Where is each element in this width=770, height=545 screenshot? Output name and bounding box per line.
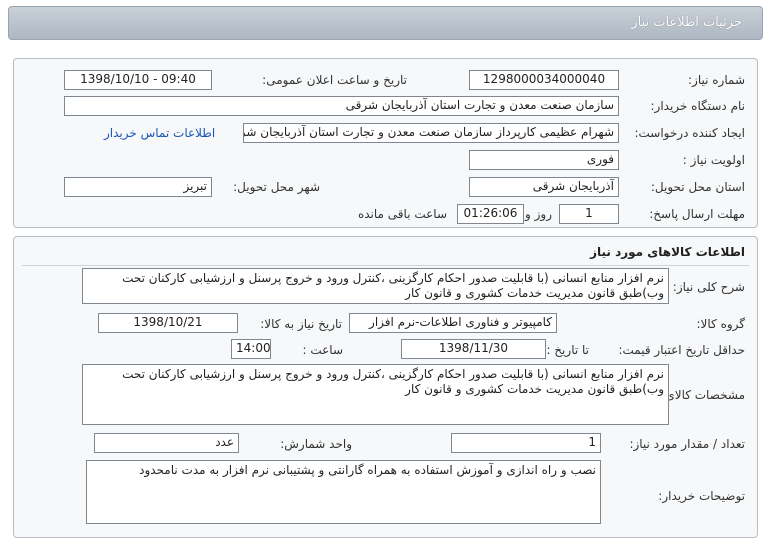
days-label: روز و	[525, 207, 552, 221]
need-number-label: شماره نیاز:	[688, 73, 745, 87]
until-label: تا تاریخ :	[546, 343, 589, 357]
deadline-time-field[interactable]: 01:26:06	[457, 204, 524, 224]
goods-section-title: اطلاعات کالاهای مورد نیاز	[590, 245, 745, 259]
creator-field[interactable]: شهرام عظیمی کارپرداز سازمان صنعت معدن و …	[243, 123, 619, 143]
summary-label: شرح کلی نیاز:	[672, 280, 745, 294]
spec-field[interactable]: نرم افزار منابع انسانی (با قابلیت صدور ا…	[82, 364, 669, 425]
page-header: جزئیات اطلاعات نیاز	[8, 6, 763, 40]
priority-field[interactable]: فوری	[469, 150, 619, 170]
need-number-field[interactable]: 1298000034000040	[469, 70, 619, 90]
unit-label: واحد شمارش:	[280, 437, 352, 451]
validity-hour-label: ساعت :	[302, 343, 343, 357]
summary-field[interactable]: نرم افزار منابع انسانی (با قابلیت صدور ا…	[82, 268, 669, 304]
validity-time-field[interactable]: 14:00	[231, 339, 271, 359]
validity-label: حداقل تاریخ اعتبار قیمت:	[618, 343, 745, 357]
buyer-label: نام دستگاه خریدار:	[650, 99, 746, 113]
validity-date-field[interactable]: 1398/11/30	[401, 339, 546, 359]
group-label: گروه کالا:	[696, 317, 746, 331]
group-field[interactable]: کامپیوتر و فناوری اطلاعات-نرم افزار	[349, 313, 557, 333]
notes-label: توضیحات خریدار:	[658, 489, 745, 503]
need-info-panel: شماره نیاز: 1298000034000040 تاریخ و ساع…	[13, 58, 758, 228]
buyer-contact-link[interactable]: اطلاعات تماس خریدار	[104, 126, 215, 140]
need-date-field[interactable]: 1398/10/21	[98, 313, 238, 333]
priority-label: اولویت نیاز :	[682, 153, 745, 167]
deadline-days-field[interactable]: 1	[559, 204, 619, 224]
page-title: جزئیات اطلاعات نیاز	[631, 15, 742, 30]
buyer-field[interactable]: سازمان صنعت معدن و تجارت استان آذربایجان…	[64, 96, 619, 116]
city-field[interactable]: تبریز	[64, 177, 212, 197]
qty-field[interactable]: 1	[451, 433, 601, 453]
unit-field[interactable]: عدد	[94, 433, 239, 453]
need-date-label: تاریخ نیاز به کالا:	[260, 317, 342, 331]
province-label: استان محل تحویل:	[650, 180, 745, 194]
notes-field[interactable]: نصب و راه اندازی و آموزش استفاده به همرا…	[86, 460, 601, 524]
announce-date-field[interactable]: 1398/10/10 - 09:40	[64, 70, 212, 90]
goods-info-panel: اطلاعات کالاهای مورد نیاز شرح کلی نیاز: …	[13, 236, 758, 538]
creator-label: ایجاد کننده درخواست:	[634, 126, 745, 140]
qty-label: تعداد / مقدار مورد نیاز:	[629, 437, 745, 451]
remaining-label: ساعت باقی مانده	[357, 207, 447, 221]
deadline-label: مهلت ارسال پاسخ:	[649, 207, 745, 221]
section-divider	[22, 265, 749, 266]
announce-date-label: تاریخ و ساعت اعلان عمومی:	[262, 73, 407, 87]
province-field[interactable]: آذربایجان شرقی	[469, 177, 619, 197]
city-label: شهر محل تحویل:	[233, 180, 320, 194]
